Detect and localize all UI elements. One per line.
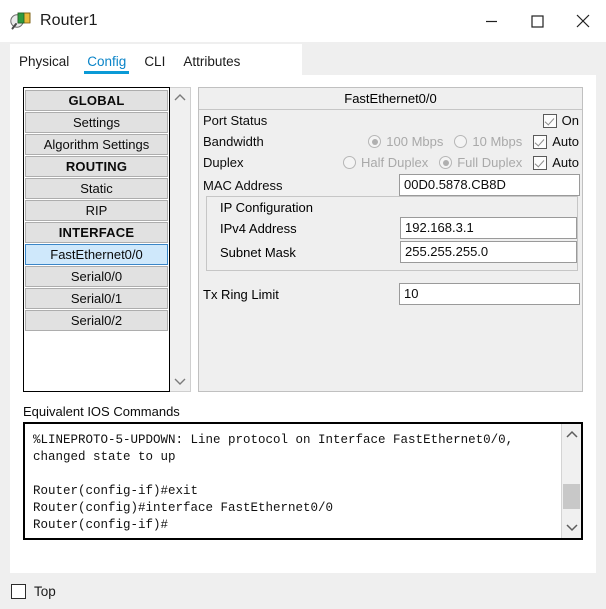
maximize-icon — [530, 14, 544, 28]
subnet-mask-input[interactable]: 255.255.255.0 — [400, 241, 577, 263]
duplex-radio-half[interactable] — [343, 156, 357, 169]
port-status-label: Port Status — [203, 113, 268, 128]
bottom-bar: Top — [0, 573, 606, 609]
port-status-row: Port Status On — [199, 110, 582, 131]
tab-config[interactable]: Config — [78, 54, 135, 76]
minimize-button[interactable] — [468, 0, 514, 42]
mac-address-input[interactable]: 00D0.5878.CB8D — [399, 174, 580, 196]
duplex-auto-label: Auto — [552, 155, 579, 170]
duplex-radio-half-label: Half Duplex — [361, 155, 429, 170]
sidebar-item-static[interactable]: Static — [25, 178, 168, 199]
sidebar-item-serial0-2[interactable]: Serial0/2 — [25, 310, 168, 331]
bandwidth-auto-label: Auto — [552, 134, 579, 149]
ipv4-address-label: IPv4 Address — [220, 220, 297, 236]
bandwidth-radio-100mbps[interactable] — [368, 135, 382, 148]
bandwidth-controls: 100 Mbps 10 Mbps Auto — [368, 131, 579, 152]
config-tree-list[interactable]: GLOBAL Settings Algorithm Settings ROUTI… — [23, 87, 170, 392]
sidebar-item-global[interactable]: GLOBAL — [25, 90, 168, 111]
config-tree-panel: GLOBAL Settings Algorithm Settings ROUTI… — [23, 87, 192, 392]
bandwidth-radio-10mbps[interactable] — [454, 135, 468, 148]
sidebar-item-settings[interactable]: Settings — [25, 112, 168, 133]
sidebar-item-rip[interactable]: RIP — [25, 200, 168, 221]
chevron-down-icon[interactable] — [173, 375, 187, 387]
duplex-row: Duplex Half Duplex Full Duplex Auto — [199, 152, 582, 173]
tx-ring-limit-input[interactable]: 10 — [399, 283, 580, 305]
chevron-up-icon[interactable] — [173, 92, 187, 104]
duplex-radio-full[interactable] — [439, 156, 453, 169]
minimize-icon — [485, 20, 497, 22]
mac-address-row: MAC Address 00D0.5878.CB8D — [199, 173, 582, 197]
ipv4-address-input[interactable]: 192.168.3.1 — [400, 217, 577, 239]
bandwidth-radio-100mbps-label: 100 Mbps — [386, 134, 444, 149]
tx-ring-limit-label: Tx Ring Limit — [203, 286, 279, 302]
tab-cli[interactable]: CLI — [135, 54, 174, 76]
bandwidth-label: Bandwidth — [203, 134, 264, 149]
window-controls — [468, 0, 606, 42]
interface-config-panel: FastEthernet0/0 Port Status On Bandwidth… — [198, 87, 583, 392]
equivalent-ios-commands-label: Equivalent IOS Commands — [23, 404, 180, 419]
maximize-button[interactable] — [514, 0, 560, 42]
bandwidth-radio-10mbps-label: 10 Mbps — [472, 134, 523, 149]
close-icon — [576, 14, 590, 28]
duplex-label: Duplex — [203, 155, 244, 170]
duplex-controls: Half Duplex Full Duplex Auto — [343, 152, 579, 173]
sidebar-item-interface[interactable]: INTERFACE — [25, 222, 168, 243]
top-checkbox[interactable] — [11, 583, 26, 599]
sidebar-item-serial0-1[interactable]: Serial0/1 — [25, 288, 168, 309]
duplex-radio-full-label: Full Duplex — [457, 155, 523, 170]
chevron-up-icon[interactable] — [565, 429, 579, 441]
close-button[interactable] — [560, 0, 606, 42]
window-title: Router1 — [40, 12, 98, 29]
ios-console-scrollbar[interactable] — [561, 424, 581, 538]
port-status-checkbox[interactable] — [542, 113, 557, 128]
sidebar-item-algorithm-settings[interactable]: Algorithm Settings — [25, 134, 168, 155]
mac-address-label: MAC Address — [203, 177, 283, 193]
tab-physical[interactable]: Physical — [10, 54, 78, 76]
duplex-auto-checkbox[interactable] — [533, 155, 548, 170]
ios-console: %LINEPROTO-5-UPDOWN: Line protocol on In… — [23, 422, 583, 540]
port-status-checkbox-label: On — [561, 113, 579, 128]
ip-configuration-label: IP Configuration — [220, 200, 313, 215]
tab-bar: Physical Config CLI Attributes — [10, 44, 302, 75]
router-device-icon — [10, 10, 32, 32]
ios-console-text[interactable]: %LINEPROTO-5-UPDOWN: Line protocol on In… — [25, 424, 561, 538]
config-content-card: GLOBAL Settings Algorithm Settings ROUTI… — [10, 75, 596, 573]
sidebar-item-serial0-0[interactable]: Serial0/0 — [25, 266, 168, 287]
ios-console-scrollbar-thumb[interactable] — [563, 484, 580, 509]
tx-ring-limit-row: Tx Ring Limit 10 — [203, 283, 580, 305]
interface-panel-title: FastEthernet0/0 — [199, 88, 582, 110]
subnet-mask-label: Subnet Mask — [220, 244, 296, 260]
sidebar-item-fastethernet0-0[interactable]: FastEthernet0/0 — [25, 244, 168, 265]
top-checkbox-label: Top — [34, 583, 56, 599]
sidebar-item-routing[interactable]: ROUTING — [25, 156, 168, 177]
bandwidth-auto-checkbox[interactable] — [533, 134, 548, 149]
tab-attributes[interactable]: Attributes — [174, 54, 249, 76]
ip-configuration-group: IP Configuration IPv4 Address 192.168.3.… — [206, 196, 578, 271]
sidebar-scrollbar[interactable] — [170, 87, 191, 392]
window-titlebar: Router1 — [0, 0, 606, 42]
chevron-down-icon[interactable] — [565, 521, 579, 533]
port-status-controls: On — [542, 110, 579, 131]
bandwidth-row: Bandwidth 100 Mbps 10 Mbps Auto — [199, 131, 582, 152]
subnet-mask-row: Subnet Mask 255.255.255.0 — [207, 241, 577, 263]
ipv4-address-row: IPv4 Address 192.168.3.1 — [207, 217, 577, 239]
